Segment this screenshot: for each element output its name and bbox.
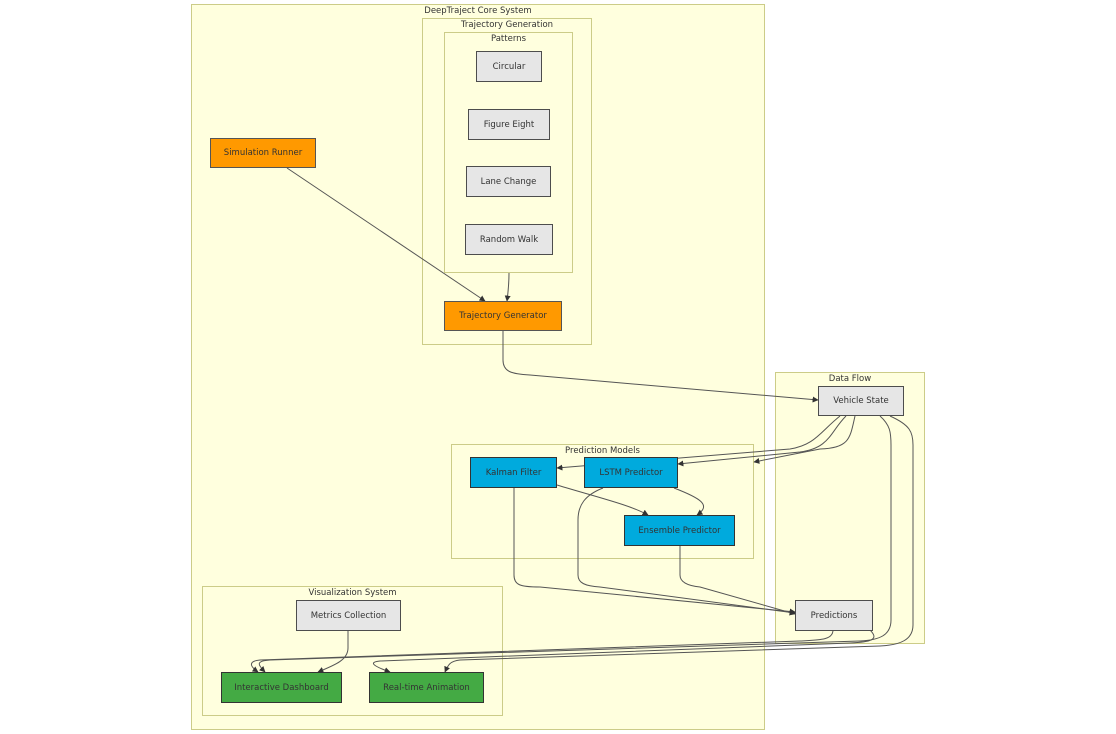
node-circular[interactable]: Circular bbox=[476, 51, 542, 82]
node-lstm-predictor[interactable]: LSTM Predictor bbox=[584, 457, 678, 488]
node-figure-eight[interactable]: Figure Eight bbox=[468, 109, 550, 140]
node-lane-change[interactable]: Lane Change bbox=[466, 166, 551, 197]
node-metrics-collection[interactable]: Metrics Collection bbox=[296, 600, 401, 631]
node-realtime-animation[interactable]: Real-time Animation bbox=[369, 672, 484, 703]
node-kalman-filter[interactable]: Kalman Filter bbox=[470, 457, 557, 488]
cluster-prediction-models-label: Prediction Models bbox=[565, 446, 640, 456]
cluster-patterns-label: Patterns bbox=[490, 34, 526, 44]
cluster-trajectory-generation-label: Trajectory Generation bbox=[460, 20, 554, 30]
node-predictions[interactable]: Predictions bbox=[795, 600, 873, 631]
cluster-core-system-label: DeepTraject Core System bbox=[424, 6, 532, 16]
node-trajectory-generator[interactable]: Trajectory Generator bbox=[444, 301, 562, 331]
node-simulation-runner[interactable]: Simulation Runner bbox=[210, 138, 316, 168]
node-vehicle-state[interactable]: Vehicle State bbox=[818, 386, 904, 416]
node-interactive-dashboard[interactable]: Interactive Dashboard bbox=[221, 672, 342, 703]
node-ensemble-predictor[interactable]: Ensemble Predictor bbox=[624, 515, 735, 546]
cluster-visualization-system-label: Visualization System bbox=[308, 588, 397, 598]
node-random-walk[interactable]: Random Walk bbox=[465, 224, 553, 255]
cluster-data-flow-label: Data Flow bbox=[828, 374, 872, 384]
